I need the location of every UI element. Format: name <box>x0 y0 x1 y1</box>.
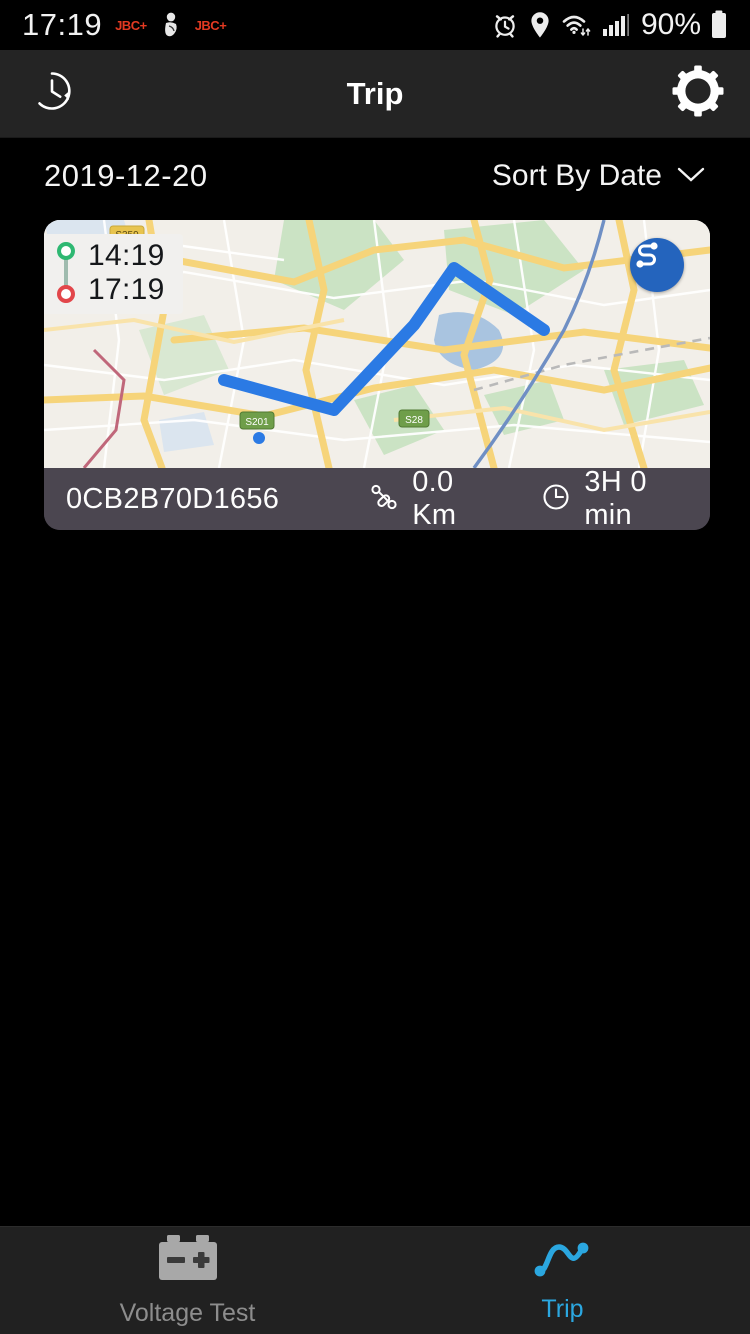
route-distance-icon <box>369 482 399 517</box>
time-rail <box>56 240 76 306</box>
trip-id-label: 0CB2B70D1656 <box>66 482 280 515</box>
trip-duration-value: 3H 0 min <box>584 466 647 530</box>
gear-settings-icon <box>671 64 725 123</box>
time-values: 14:19 17:19 <box>88 239 165 307</box>
history-button[interactable] <box>24 66 80 122</box>
trip-end-time: 17:19 <box>88 273 165 306</box>
nav-item-voltage-test[interactable]: Voltage Test <box>0 1227 375 1334</box>
nav-label-trip: Trip <box>541 1295 584 1323</box>
svg-text:S201: S201 <box>245 417 269 428</box>
trip-distance-value: 0.0 Km <box>412 466 457 530</box>
car-battery-icon <box>155 1233 221 1292</box>
nav-label-voltage-test: Voltage Test <box>119 1299 256 1327</box>
nav-item-trip[interactable]: Trip <box>375 1227 750 1334</box>
person-notification-icon <box>160 12 182 38</box>
chevron-down-icon <box>676 164 706 189</box>
app-bar: Trip <box>0 50 750 138</box>
jbc-notification-badge-2: JBC+ <box>194 17 227 33</box>
trip-time-badge: 14:19 17:19 <box>44 234 183 314</box>
page-title: Trip <box>346 75 404 111</box>
trip-start-time: 14:19 <box>88 239 165 272</box>
jbc-notification-badge-1: JBC+ <box>115 17 147 33</box>
bottom-navigation: Voltage Test Trip <box>0 1226 750 1334</box>
location-pin-icon <box>528 11 552 39</box>
trip-duration-stat: 3H 0 min <box>541 466 688 530</box>
filter-row: 2019-12-20 Sort By Date <box>0 138 750 214</box>
trip-card-footer: 0CB2B70D1656 0.0 Km 3H 0 min <box>44 466 710 530</box>
sort-by-date-label: Sort By Date <box>491 159 662 192</box>
alarm-clock-icon <box>491 11 519 39</box>
cellular-signal-icon <box>602 12 630 38</box>
svg-text:S28: S28 <box>405 415 423 426</box>
clock-icon <box>541 482 571 517</box>
status-bar-clock: 17:19 <box>22 7 103 42</box>
status-bar: 17:19 JBC+ JBC+ 90% <box>0 0 750 50</box>
battery-percent-label: 90% <box>640 8 701 41</box>
trip-curve-icon <box>532 1237 594 1288</box>
trip-distance-stat: 0.0 Km <box>369 466 493 530</box>
trip-map[interactable]: S359 S201 S28 <box>44 220 710 468</box>
sort-by-date-dropdown[interactable]: Sort By Date <box>492 159 706 193</box>
battery-icon <box>710 10 728 40</box>
wifi-data-icon <box>561 11 593 39</box>
settings-button[interactable] <box>670 64 726 123</box>
route-view-button[interactable] <box>630 238 684 292</box>
app-screen: 17:19 JBC+ JBC+ 90% Trip 2019-12-20 Sort… <box>0 0 750 1334</box>
status-bar-left: 17:19 JBC+ JBC+ <box>22 7 227 43</box>
trip-card[interactable]: S359 S201 S28 <box>44 220 710 530</box>
history-clock-icon <box>28 67 76 120</box>
trip-date-label: 2019-12-20 <box>44 158 208 193</box>
status-bar-right: 90% <box>491 8 728 42</box>
